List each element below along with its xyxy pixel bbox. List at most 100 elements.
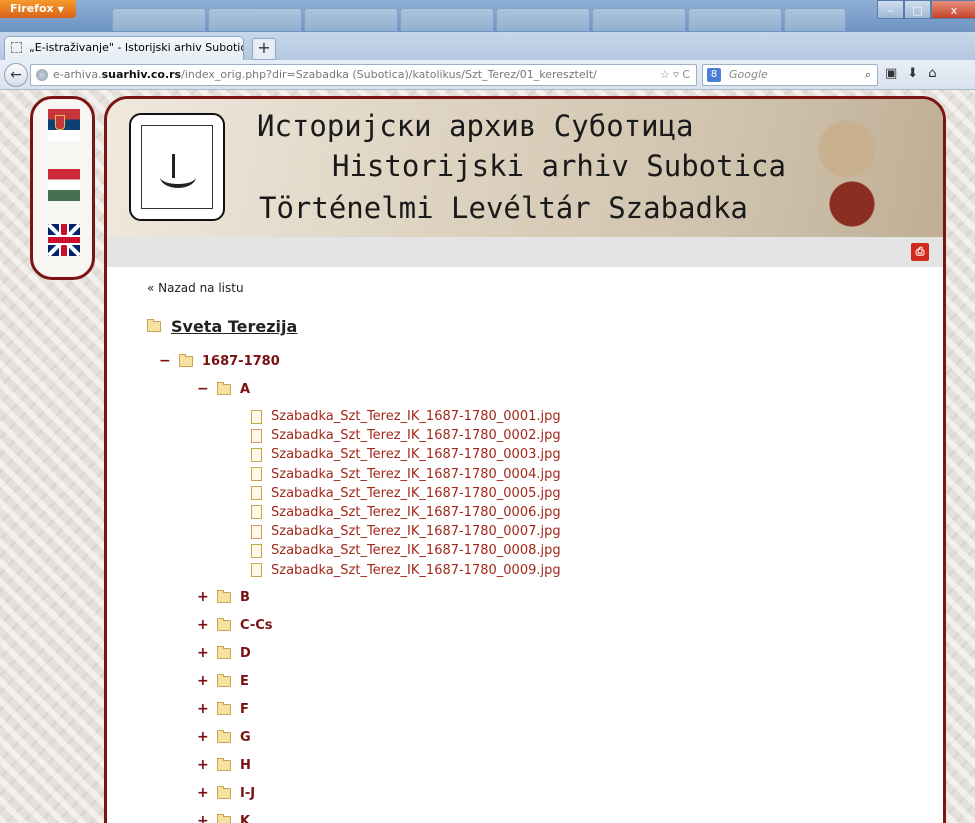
- file-item[interactable]: Szabadka_Szt_Terez_IK_1687-1780_0001.jpg: [251, 409, 561, 428]
- expand-toggle[interactable]: +: [197, 645, 211, 661]
- bookmarks-icon[interactable]: ▣: [885, 66, 907, 81]
- expand-toggle[interactable]: +: [197, 813, 211, 823]
- print-pdf-icon[interactable]: ⎙: [911, 243, 929, 261]
- folder-icon: [217, 590, 231, 603]
- file-item[interactable]: Szabadka_Szt_Terez_IK_1687-1780_0006.jpg: [251, 505, 561, 524]
- letter-folder-label[interactable]: E: [240, 674, 249, 689]
- root-folder-label[interactable]: Sveta Terezija: [171, 317, 297, 336]
- letter-folder-label[interactable]: I-J: [240, 786, 255, 801]
- letter-folder[interactable]: + C-Cs: [197, 617, 273, 633]
- letter-folder-label[interactable]: F: [240, 702, 249, 717]
- background-tab[interactable]: [304, 8, 398, 31]
- letter-folder[interactable]: + H: [197, 757, 251, 773]
- letter-folder-label[interactable]: G: [240, 730, 251, 745]
- english-flag-icon[interactable]: [48, 224, 80, 256]
- address-bar[interactable]: e-arhiva.suarhiv.co.rs/index_orig.php?di…: [30, 64, 697, 86]
- reload-icon[interactable]: C: [682, 68, 690, 81]
- letter-folder[interactable]: + I-J: [197, 785, 255, 801]
- collapse-toggle[interactable]: −: [159, 353, 173, 369]
- file-icon: [251, 486, 262, 501]
- hungarian-flag-icon[interactable]: [48, 169, 80, 201]
- background-tab[interactable]: [784, 8, 846, 31]
- file-item[interactable]: Szabadka_Szt_Terez_IK_1687-1780_0005.jpg: [251, 486, 561, 505]
- folder-icon: [217, 702, 231, 715]
- letter-folder-label[interactable]: A: [240, 382, 250, 397]
- folder-icon: [217, 758, 231, 771]
- file-link[interactable]: Szabadka_Szt_Terez_IK_1687-1780_0008.jpg: [271, 543, 561, 558]
- letter-folder[interactable]: + K: [197, 813, 250, 823]
- background-tab[interactable]: [208, 8, 302, 31]
- archive-logo[interactable]: [129, 113, 225, 221]
- maximize-button[interactable]: □: [904, 0, 931, 19]
- home-icon[interactable]: ⌂: [928, 66, 946, 81]
- dropdown-arrow-icon: ▼: [57, 5, 64, 14]
- file-link[interactable]: Szabadka_Szt_Terez_IK_1687-1780_0005.jpg: [271, 486, 561, 501]
- letter-folder[interactable]: + G: [197, 729, 251, 745]
- serbian-flag-icon[interactable]: [48, 109, 80, 141]
- background-tab[interactable]: [496, 8, 590, 31]
- root-folder[interactable]: Sveta Terezija: [147, 317, 297, 336]
- search-engine-icon[interactable]: 8: [707, 68, 721, 82]
- year-folder-label[interactable]: 1687-1780: [202, 354, 280, 369]
- file-link[interactable]: Szabadka_Szt_Terez_IK_1687-1780_0004.jpg: [271, 467, 561, 482]
- file-item[interactable]: Szabadka_Szt_Terez_IK_1687-1780_0003.jpg: [251, 447, 561, 466]
- firefox-menu-button[interactable]: Firefox ▼: [0, 0, 76, 18]
- site-header-banner: Историјски архив Суботица Historijski ar…: [107, 99, 943, 237]
- file-item[interactable]: Szabadka_Szt_Terez_IK_1687-1780_0002.jpg: [251, 428, 561, 447]
- bookmark-star-icon[interactable]: ☆: [660, 68, 670, 81]
- tab-bar: „E-istraživanje" - Istorijski arhiv Subo…: [0, 32, 975, 60]
- file-link[interactable]: Szabadka_Szt_Terez_IK_1687-1780_0007.jpg: [271, 524, 561, 539]
- expand-toggle[interactable]: +: [197, 785, 211, 801]
- letter-folder[interactable]: + F: [197, 701, 249, 717]
- file-item[interactable]: Szabadka_Szt_Terez_IK_1687-1780_0008.jpg: [251, 543, 561, 562]
- tab-favicon-icon: [11, 42, 22, 53]
- url-path: /index_orig.php?dir=Szabadka (Subotica)/…: [181, 68, 597, 81]
- year-folder[interactable]: − 1687-1780: [159, 353, 280, 369]
- new-tab-button[interactable]: +: [252, 38, 276, 60]
- expand-toggle[interactable]: +: [197, 617, 211, 633]
- expand-toggle[interactable]: +: [197, 589, 211, 605]
- expand-toggle[interactable]: +: [197, 729, 211, 745]
- expand-toggle[interactable]: +: [197, 757, 211, 773]
- site-identity-icon[interactable]: [36, 69, 48, 81]
- letter-folder-open[interactable]: − A: [197, 381, 250, 397]
- background-tab[interactable]: [400, 8, 494, 31]
- file-link[interactable]: Szabadka_Szt_Terez_IK_1687-1780_0009.jpg: [271, 563, 561, 578]
- back-to-list-link[interactable]: « Nazad na listu: [147, 281, 244, 295]
- back-button[interactable]: ←: [4, 63, 28, 87]
- file-link[interactable]: Szabadka_Szt_Terez_IK_1687-1780_0003.jpg: [271, 447, 561, 462]
- downloads-icon[interactable]: ⬇: [907, 66, 928, 81]
- letter-folder-label[interactable]: K: [240, 814, 250, 823]
- firefox-menu-label: Firefox: [10, 2, 54, 15]
- file-link[interactable]: Szabadka_Szt_Terez_IK_1687-1780_0002.jpg: [271, 428, 561, 443]
- history-dropdown-icon[interactable]: ▿: [673, 68, 679, 81]
- letter-folder-label[interactable]: B: [240, 590, 250, 605]
- url-domain: suarhiv.co.rs: [101, 68, 182, 81]
- file-link[interactable]: Szabadka_Szt_Terez_IK_1687-1780_0006.jpg: [271, 505, 561, 520]
- expand-toggle[interactable]: +: [197, 673, 211, 689]
- letter-folder-label[interactable]: D: [240, 646, 251, 661]
- expand-toggle[interactable]: +: [197, 701, 211, 717]
- collapse-toggle[interactable]: −: [197, 381, 211, 397]
- folder-icon: [179, 354, 193, 367]
- letter-folder[interactable]: + B: [197, 589, 250, 605]
- background-tab[interactable]: [592, 8, 686, 31]
- minimize-button[interactable]: –: [877, 0, 904, 19]
- letter-folder[interactable]: + E: [197, 673, 249, 689]
- file-item[interactable]: Szabadka_Szt_Terez_IK_1687-1780_0004.jpg: [251, 467, 561, 486]
- letter-folder-label[interactable]: H: [240, 758, 251, 773]
- header-title-hungarian: Történelmi Levéltár Szabadka: [259, 191, 748, 225]
- background-tab[interactable]: [688, 8, 782, 31]
- search-icon[interactable]: ⌕: [865, 65, 871, 85]
- background-tab[interactable]: [112, 8, 206, 31]
- letter-folder-label[interactable]: C-Cs: [240, 618, 273, 633]
- file-item[interactable]: Szabadka_Szt_Terez_IK_1687-1780_0007.jpg: [251, 524, 561, 543]
- file-link[interactable]: Szabadka_Szt_Terez_IK_1687-1780_0001.jpg: [271, 409, 561, 424]
- file-item[interactable]: Szabadka_Szt_Terez_IK_1687-1780_0009.jpg: [251, 563, 561, 582]
- url-prefix: e-arhiva.: [53, 68, 102, 81]
- search-bar[interactable]: 8 Google ⌕: [702, 64, 878, 86]
- letter-folder[interactable]: + D: [197, 645, 251, 661]
- active-tab[interactable]: „E-istraživanje" - Istorijski arhiv Subo…: [4, 36, 244, 60]
- main-panel: Историјски архив Суботица Historijski ar…: [104, 96, 946, 823]
- close-window-button[interactable]: x: [931, 0, 975, 19]
